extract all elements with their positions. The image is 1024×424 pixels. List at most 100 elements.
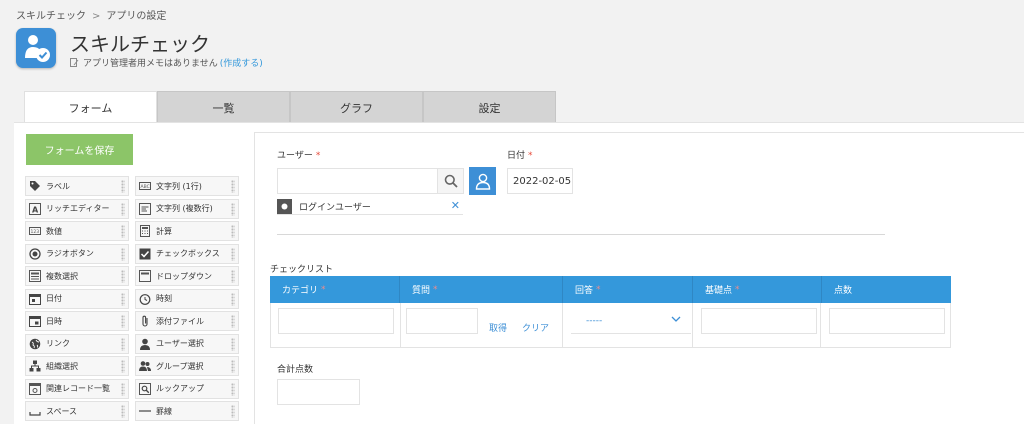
palette-item-checkbox[interactable]: チェックボックス: [135, 243, 239, 264]
palette-item-text: ラベル: [46, 181, 70, 191]
base-score-input[interactable]: [701, 308, 817, 334]
drag-handle[interactable]: [231, 247, 235, 261]
selected-user-name: ログインユーザー: [299, 202, 371, 213]
palette-item-radio[interactable]: ラジオボタン: [25, 243, 129, 264]
palette-item-group-select[interactable]: グループ選択: [135, 356, 239, 376]
palette-item-text: チェックボックス: [156, 249, 220, 258]
drag-handle[interactable]: [121, 405, 125, 418]
breadcrumb: スキルチェック > アプリの設定: [16, 7, 166, 22]
drag-handle[interactable]: [231, 337, 235, 351]
palette-item-date[interactable]: 日付: [25, 288, 129, 309]
column-header: 点数: [834, 286, 853, 296]
answer-select-value: -----: [586, 315, 603, 326]
answer-select[interactable]: -----: [571, 308, 691, 334]
save-form-button[interactable]: フォームを保存: [26, 134, 133, 165]
tab-view-list[interactable]: 一覧: [157, 91, 290, 123]
palette-item-related-records[interactable]: 関連レコード一覧: [25, 378, 129, 399]
palette-item-org-select[interactable]: 組織選択: [25, 356, 129, 376]
drag-handle[interactable]: [231, 382, 235, 396]
drag-handle[interactable]: [121, 247, 125, 261]
column-header: 回答 *: [563, 276, 693, 303]
checklist-label: チェックリスト: [270, 265, 334, 275]
palette-item-number[interactable]: 123 数値: [25, 221, 129, 241]
drag-handle[interactable]: [121, 270, 125, 283]
drag-handle[interactable]: [121, 225, 125, 238]
group-icon: [139, 360, 151, 372]
text-line-icon: ABC: [139, 180, 151, 192]
dropdown-icon: [139, 270, 151, 282]
palette-item-datetime[interactable]: 日時: [25, 311, 129, 331]
tab-settings[interactable]: 設定: [423, 91, 556, 123]
score-input[interactable]: [829, 308, 945, 334]
palette-item-text: 日時: [46, 316, 62, 326]
palette-item-lookup[interactable]: ルックアップ: [135, 378, 239, 399]
palette-item-text: 数値: [46, 226, 62, 236]
drag-handle[interactable]: [231, 292, 235, 306]
drag-handle[interactable]: [121, 360, 125, 373]
breadcrumb-app-link[interactable]: スキルチェック: [16, 11, 86, 22]
breadcrumb-current: アプリの設定: [106, 11, 167, 22]
question-input[interactable]: [406, 308, 478, 334]
category-input[interactable]: [278, 308, 394, 334]
palette-item-text: 計算: [156, 226, 172, 236]
drag-handle[interactable]: [231, 360, 235, 373]
palette-item-text: 文字列 (複数行): [156, 204, 213, 213]
date-input[interactable]: 2022-02-05: [507, 168, 573, 194]
close-icon[interactable]: ✕: [451, 199, 460, 212]
memo-create-link[interactable]: (作成する): [220, 56, 263, 69]
palette-item-time[interactable]: 時刻: [135, 288, 239, 309]
number-icon: 123: [29, 225, 41, 237]
palette-item-single-line-text[interactable]: ABC 文字列 (1行): [135, 176, 239, 196]
palette-item-link[interactable]: リンク: [25, 333, 129, 354]
palette-item-horizontal-line[interactable]: 罫線: [135, 401, 239, 421]
drag-handle[interactable]: [121, 292, 125, 306]
total-score-input[interactable]: [277, 379, 360, 405]
svg-text:123: 123: [31, 229, 40, 235]
palette-item-multi-select[interactable]: 複数選択: [25, 266, 129, 286]
palette-item-dropdown[interactable]: ドロップダウン: [135, 266, 239, 286]
breadcrumb-separator: >: [92, 11, 101, 22]
user-search-button[interactable]: [437, 168, 464, 194]
palette-item-rich-editor[interactable]: A リッチエディター: [25, 198, 129, 219]
palette-item-text: ドロップダウン: [156, 271, 212, 281]
palette-item-text: グループ選択: [156, 361, 204, 371]
org-icon: [29, 360, 41, 372]
palette-item-attachment[interactable]: 添付ファイル: [135, 311, 239, 331]
calculator-icon: [139, 225, 151, 237]
palette-item-user-select[interactable]: ユーザー選択: [135, 333, 239, 354]
palette-item-text: ユーザー選択: [156, 339, 204, 348]
tab-graph[interactable]: グラフ: [290, 91, 423, 123]
settings-tabs: フォーム 一覧 グラフ 設定: [24, 91, 556, 124]
drag-handle[interactable]: [231, 405, 235, 418]
memo-text: アプリ管理者用メモはありません: [83, 59, 218, 69]
related-records-icon: [29, 382, 41, 395]
section-divider: [277, 234, 885, 235]
svg-text:A: A: [32, 205, 39, 214]
palette-item-text: リッチエディター: [46, 204, 110, 213]
drag-handle[interactable]: [121, 180, 125, 193]
space-icon: [29, 405, 41, 417]
palette-item-text: 組織選択: [46, 361, 78, 371]
palette-item-calculation[interactable]: 計算: [135, 221, 239, 241]
fetch-button[interactable]: 取得: [489, 321, 507, 334]
palette-item-space[interactable]: スペース: [25, 401, 129, 421]
drag-handle[interactable]: [231, 202, 235, 216]
drag-handle[interactable]: [231, 315, 235, 328]
user-search-input[interactable]: [277, 168, 438, 194]
total-score-label: 合計点数: [277, 365, 314, 375]
user-picker-button[interactable]: [469, 167, 496, 195]
palette-item-label[interactable]: ラベル: [25, 176, 129, 196]
drag-handle[interactable]: [121, 202, 125, 216]
drag-handle[interactable]: [121, 382, 125, 396]
drag-handle[interactable]: [231, 225, 235, 238]
admin-memo: アプリ管理者用メモはありません (作成する): [70, 56, 263, 69]
clear-button[interactable]: クリア: [522, 321, 549, 334]
drag-handle[interactable]: [121, 337, 125, 351]
drag-handle[interactable]: [231, 270, 235, 283]
tab-form[interactable]: フォーム: [24, 91, 157, 124]
lookup-icon: [139, 382, 151, 395]
app-icon: [16, 28, 56, 68]
drag-handle[interactable]: [121, 315, 125, 328]
drag-handle[interactable]: [231, 180, 235, 193]
palette-item-multi-line-text[interactable]: 文字列 (複数行): [135, 198, 239, 219]
